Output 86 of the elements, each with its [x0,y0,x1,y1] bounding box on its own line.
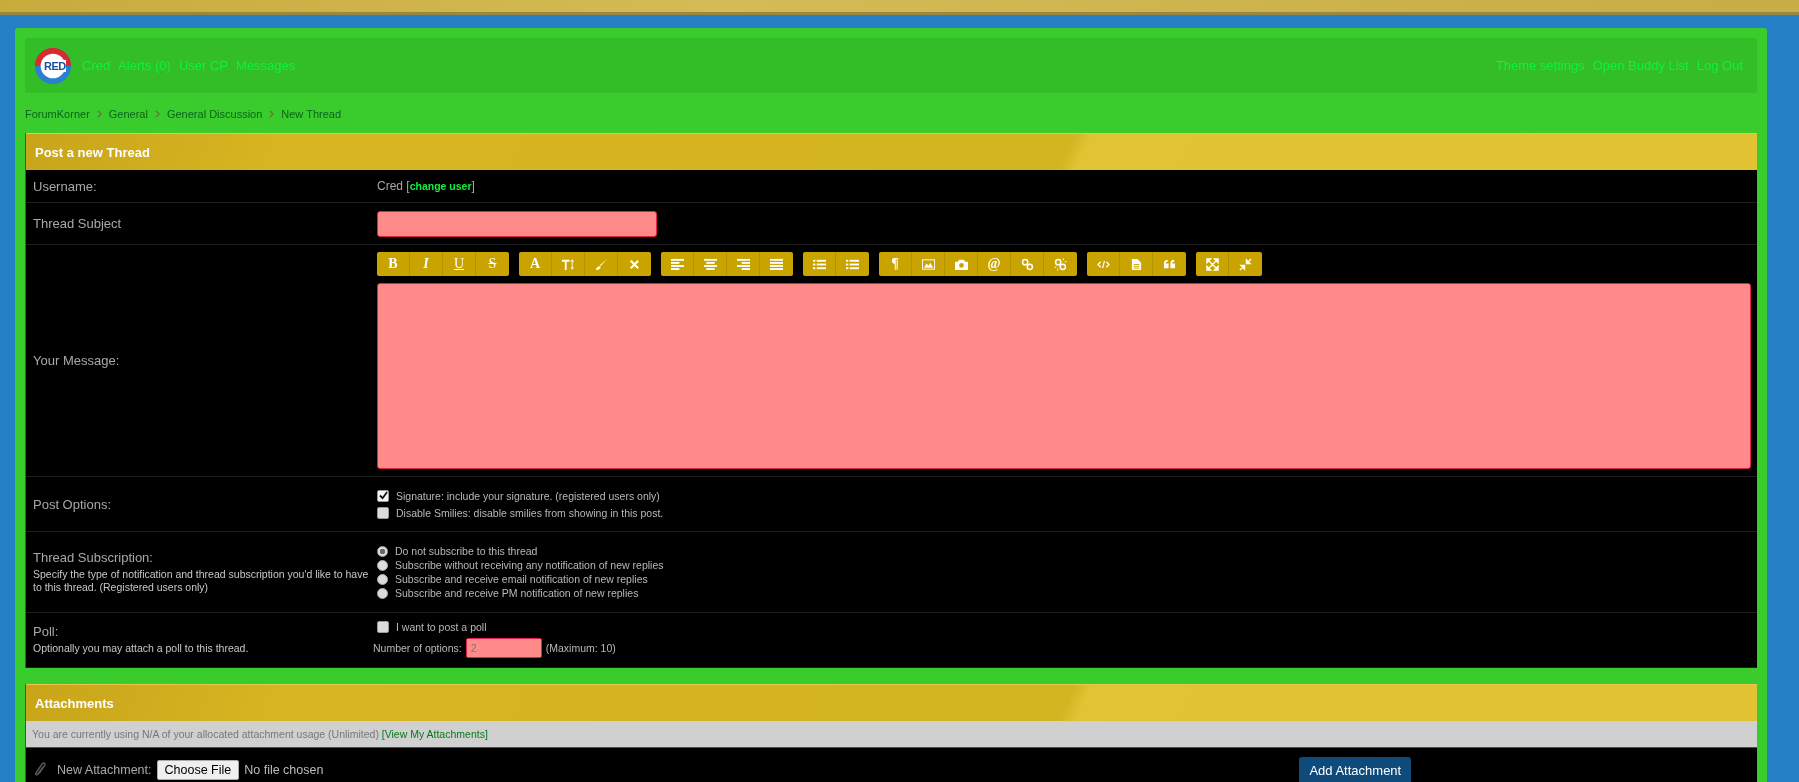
brush-icon [594,257,608,271]
choose-file-button[interactable]: Choose File [156,760,240,780]
paragraph-button[interactable]: ¶ [879,252,912,276]
justify-icon [770,257,783,271]
field-label: Post Options: [33,496,112,512]
quote-button[interactable] [1153,252,1186,276]
bullet-list-button[interactable] [803,252,836,276]
maximum-note: (Maximum: 10) [545,641,616,654]
camera-button[interactable] [945,252,978,276]
radio-button[interactable] [377,559,388,571]
document-button[interactable] [1120,252,1153,276]
quote-icon [1163,257,1176,271]
radio-button[interactable] [377,545,388,557]
field-description: Specify the type of notification and thread subscription you'd like to have to this thread. (Registered users only) [33,568,370,594]
expand-button[interactable] [1196,252,1229,276]
checkbox[interactable] [377,620,389,633]
brush-button[interactable] [585,252,618,276]
panel-title: Attachments [35,695,114,711]
option-label: Subscribe and receive email notification of new replies [395,573,648,585]
usage-text: You are currently using N/A of your allocated attachment usage (Unlimited) [View My Attachments] [32,728,488,740]
align-center-button[interactable] [694,252,727,276]
checkbox[interactable] [377,506,389,519]
field-label: Number of options: [373,641,462,654]
field-label: Poll: [33,623,59,639]
add-attachment-button[interactable]: Add Attachment [1299,756,1412,782]
align-center-icon [703,257,717,271]
align-right-button[interactable] [727,252,760,276]
color-button[interactable]: A [519,252,552,276]
option-label: I want to post a poll [396,620,487,633]
underline-button[interactable]: U [443,252,476,276]
username-text: Cred [change user] [377,179,475,193]
italic-button[interactable]: I [410,252,443,276]
align-left-button[interactable] [661,252,694,276]
strike-button[interactable]: S [476,252,509,276]
subject-input[interactable] [377,210,657,237]
field-description: Optionally you may attach a poll to this thread. [33,641,249,655]
text-height-button[interactable] [552,252,585,276]
field-label: Thread Subscription: [33,550,153,565]
breadcrumb-link[interactable]: ForumKorner [25,108,90,120]
breadcrumb-link[interactable]: General Discussion [166,108,263,120]
radio-button[interactable] [377,587,388,599]
panel-title: Post a new Thread [35,144,150,160]
change-user-link[interactable]: change user [409,180,472,192]
checkbox[interactable] [377,489,389,502]
option-label: Subscribe without receiving any notification of new replies [395,559,664,571]
link-button[interactable] [1011,252,1044,276]
align-left-icon [670,257,684,271]
breadcrumb-link[interactable]: General [108,108,148,120]
logo[interactable]: RED [34,46,72,85]
bullet-list-icon [812,257,826,271]
unlink-icon [1054,257,1067,271]
option-label: Disable Smilies: disable smilies from showing in this post. [396,506,664,519]
option-label: Signature: include your signature. (registered users only) [396,489,660,502]
field-label: Thread Subject [33,216,122,231]
chevron-icon [96,110,102,118]
breadcrumb-link[interactable]: New Thread [281,108,342,120]
bold-button[interactable]: B [377,252,410,276]
list-icon [846,257,859,271]
text-height-icon [561,257,575,271]
unlink-button[interactable] [1044,252,1077,276]
file-status: No file chosen [244,763,324,777]
chevron-icon [269,110,275,118]
view-attachments-link[interactable]: [View My Attachments] [381,728,488,740]
option-label: Do not subscribe to this thread [395,545,538,557]
x-icon [628,257,641,271]
x-button[interactable] [618,252,651,276]
compress-icon [1239,257,1252,271]
field-label: Username: [33,178,97,194]
radio-button[interactable] [377,573,388,585]
chevron-icon [154,110,160,118]
link-icon [1020,257,1034,271]
field-label: Your Message: [33,353,120,368]
code-button[interactable] [1087,252,1120,276]
align-right-icon [736,257,750,271]
number-input[interactable]: 2 [465,637,542,658]
justify-button[interactable] [760,252,793,276]
field-label: New Attachment: [57,763,152,777]
email-button[interactable]: @ [978,252,1011,276]
list-button[interactable] [836,252,869,276]
camera-icon [954,257,968,271]
image-icon [921,257,935,271]
expand-icon [1205,257,1219,271]
document-icon [1129,257,1143,271]
option-label: Subscribe and receive PM notification of new replies [395,587,639,599]
image-button[interactable] [912,252,945,276]
compress-button[interactable] [1229,252,1262,276]
